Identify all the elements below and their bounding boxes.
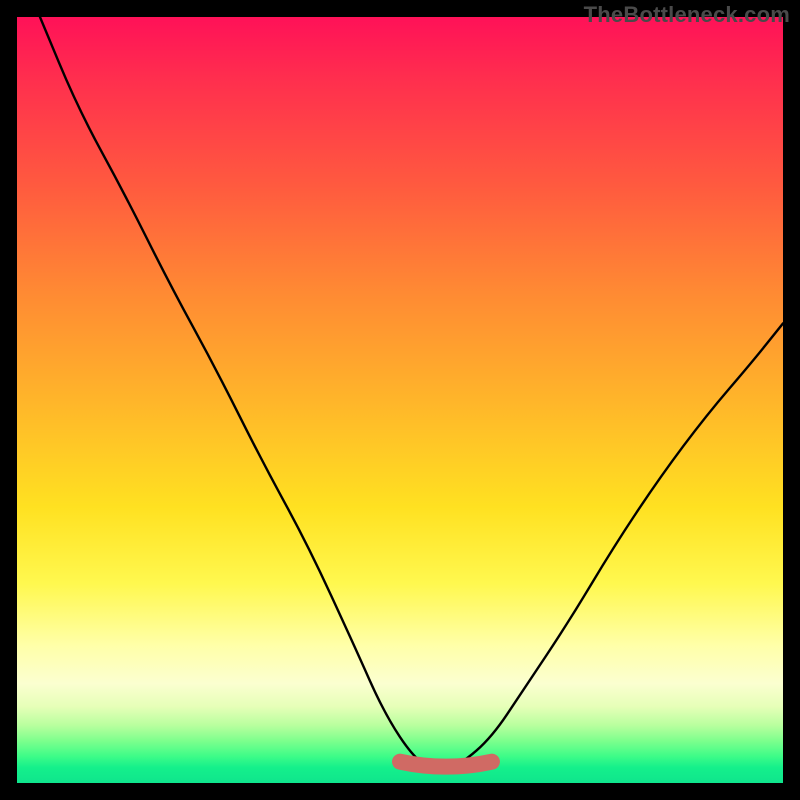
valley-highlight (17, 17, 783, 783)
watermark-text: TheBottleneck.com (584, 2, 790, 28)
plot-area (17, 17, 783, 783)
chart-frame: TheBottleneck.com (0, 0, 800, 800)
